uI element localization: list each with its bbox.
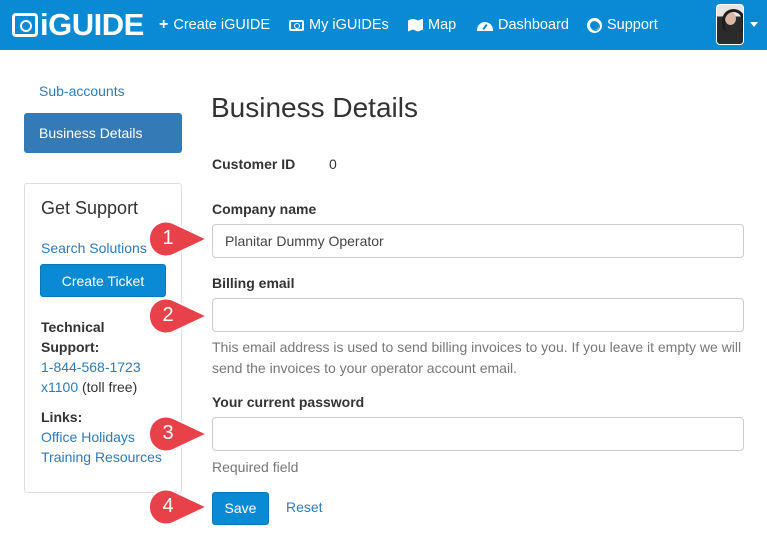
callout-number-3: 3 <box>162 422 174 444</box>
reset-link[interactable]: Reset <box>286 499 323 515</box>
plus-icon: + <box>159 16 169 33</box>
support-phone-link[interactable]: 1-844-568-1723 <box>41 357 141 377</box>
billing-email-help-line-1: This email address is used to send billi… <box>212 339 742 355</box>
search-solutions-link[interactable]: Search Solutions <box>41 240 147 256</box>
nav-support[interactable]: Support <box>587 15 658 35</box>
create-ticket-button[interactable]: Create Ticket <box>40 264 166 297</box>
current-password-input[interactable] <box>212 417 744 451</box>
user-avatar[interactable] <box>716 4 744 45</box>
billing-email-input[interactable] <box>212 298 744 332</box>
nav-support-label: Support <box>607 17 658 33</box>
save-button[interactable]: Save <box>212 492 269 525</box>
company-name-input[interactable]: Planitar Dummy Operator <box>212 224 744 258</box>
callout-marker-1: 1 <box>145 219 205 259</box>
callout-marker-3: 3 <box>145 414 205 454</box>
password-required-help: Required field <box>212 459 299 475</box>
callout-number-1: 1 <box>162 227 174 249</box>
customer-id-label: Customer ID <box>212 156 296 172</box>
callout-marker-4: 4 <box>145 487 205 527</box>
logo-camera-icon <box>12 13 38 37</box>
support-ext: x1100 (toll free) <box>41 377 137 397</box>
technical-label: Technical <box>41 319 105 335</box>
links-label: Links: <box>41 409 83 425</box>
dashboard-icon <box>477 21 493 31</box>
office-holidays-link[interactable]: Office Holidays <box>41 427 135 447</box>
toll-free-text: (toll free) <box>78 379 138 395</box>
iguide-logo[interactable]: iGUIDE <box>12 7 144 42</box>
nav-map-label: Map <box>428 17 457 33</box>
lifebuoy-icon <box>587 17 602 33</box>
company-name-label: Company name <box>212 201 317 217</box>
logo-text: iGUIDE <box>40 7 144 42</box>
billing-email-label: Billing email <box>212 275 295 291</box>
nav-map[interactable]: Map <box>408 15 456 35</box>
sidebar-item-business-details[interactable]: Business Details <box>24 113 182 153</box>
current-password-label: Your current password <box>212 394 365 410</box>
nav-create-iguide[interactable]: + Create iGUIDE <box>159 15 270 35</box>
nav-my-iguides-label: My iGUIDEs <box>309 17 389 33</box>
customer-id-value: 0 <box>329 156 337 172</box>
support-label: Support: <box>41 339 100 355</box>
map-icon <box>408 18 423 32</box>
support-title: Get Support <box>41 198 139 218</box>
callout-marker-2: 2 <box>145 296 205 336</box>
nav-my-iguides[interactable]: My iGUIDEs <box>289 15 389 35</box>
callout-number-4: 4 <box>162 495 174 517</box>
support-ext-link[interactable]: x1100 <box>41 379 78 395</box>
top-navbar: iGUIDE + Create iGUIDE My iGUIDEs Map Da… <box>0 0 767 50</box>
billing-email-help-line-2: send the invoices to your operator accou… <box>212 360 518 376</box>
training-resources-link[interactable]: Training Resources <box>41 447 162 467</box>
chevron-down-icon[interactable] <box>750 22 758 27</box>
nav-create-iguide-label: Create iGUIDE <box>173 17 271 33</box>
camera-icon <box>289 19 304 31</box>
nav-dashboard-label: Dashboard <box>498 17 569 33</box>
nav-dashboard[interactable]: Dashboard <box>477 15 569 35</box>
callout-number-2: 2 <box>162 304 174 326</box>
page-title: Business Details <box>211 92 418 123</box>
sidebar-item-sub-accounts[interactable]: Sub-accounts <box>39 83 125 99</box>
